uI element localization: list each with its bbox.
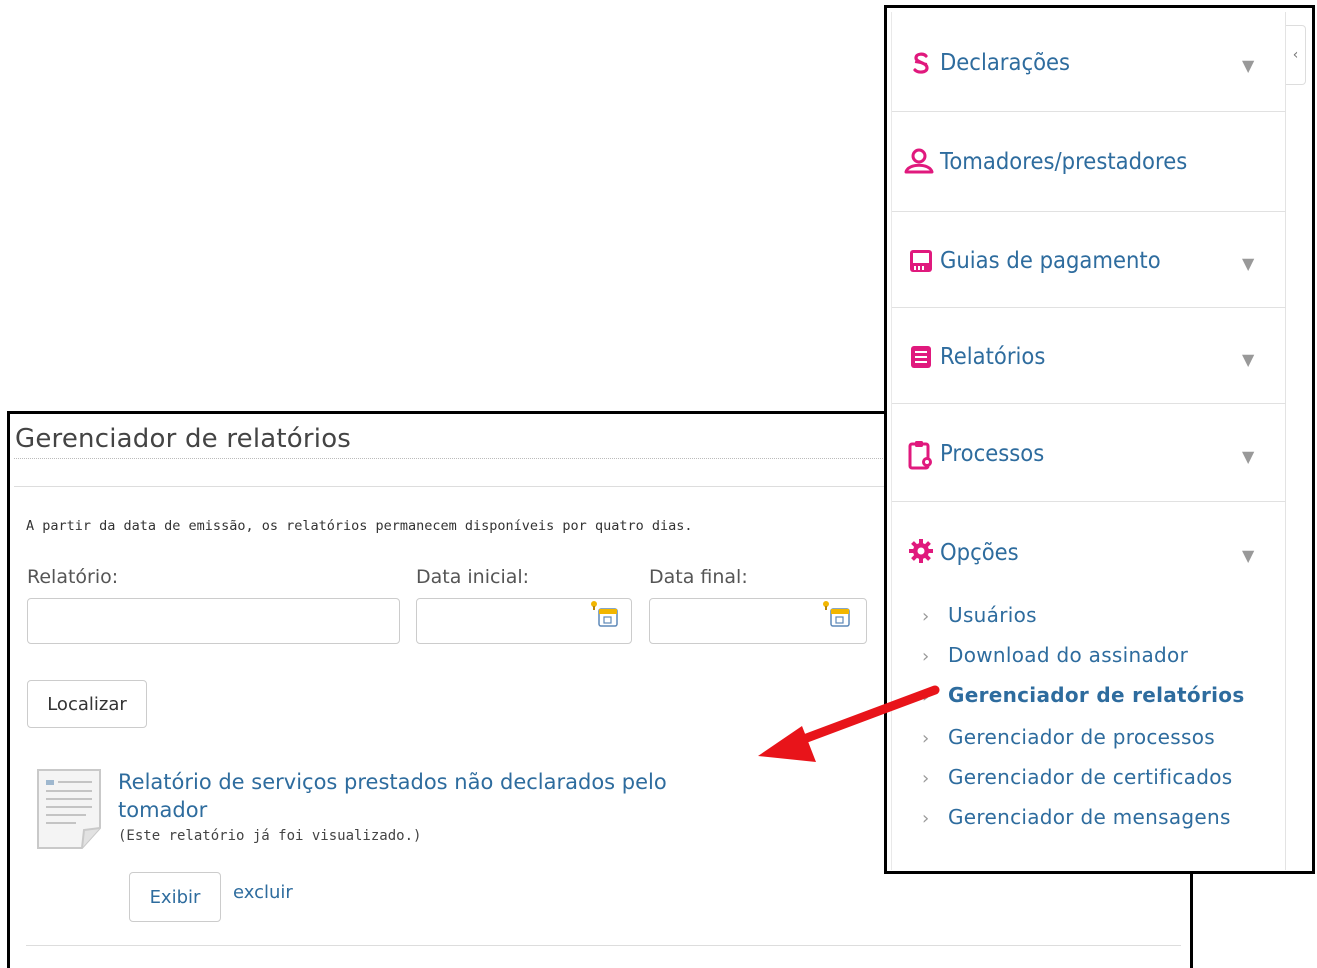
sidebar-item-relatorios[interactable]: Relatórios ▼ bbox=[892, 308, 1286, 404]
availability-info: A partir da data de emissão, os relatóri… bbox=[26, 518, 693, 534]
sidebar-item-label: Processos bbox=[940, 441, 1045, 467]
sidebar-item-label: Opções bbox=[940, 540, 1019, 566]
submenu-item-gerenciador-processos[interactable]: › Gerenciador de processos bbox=[922, 725, 1215, 749]
search-button[interactable]: Localizar bbox=[27, 680, 147, 728]
caret-down-icon: ▼ bbox=[1242, 56, 1255, 75]
caret-down-icon: ▼ bbox=[1242, 254, 1255, 273]
collapse-sidebar-tab[interactable]: ‹ bbox=[1286, 25, 1306, 85]
payment-slip-icon bbox=[910, 250, 932, 272]
submenu-item-download-assinador[interactable]: › Download do assinador bbox=[922, 643, 1188, 667]
sidebar-item-label: Tomadores/prestadores bbox=[940, 149, 1188, 175]
chevron-right-icon: › bbox=[922, 808, 930, 829]
user-icon bbox=[904, 148, 934, 174]
dollar-icon bbox=[913, 52, 929, 74]
end-date-label: Data final: bbox=[649, 566, 748, 588]
delete-link[interactable]: excluir bbox=[233, 882, 293, 903]
chevron-right-icon: › bbox=[922, 606, 930, 627]
sidebar-item-guias[interactable]: Guias de pagamento ▼ bbox=[892, 212, 1286, 308]
caret-down-icon: ▼ bbox=[1242, 350, 1255, 369]
sidebar-item-label: Guias de pagamento bbox=[940, 248, 1161, 274]
report-label: Relatório: bbox=[27, 566, 119, 588]
submenu-item-gerenciador-relatorios[interactable]: ›Gerenciador de relatórios bbox=[922, 683, 1245, 707]
gear-icon bbox=[909, 539, 933, 563]
submenu-item-gerenciador-mensagens[interactable]: › Gerenciador de mensagens bbox=[922, 805, 1231, 829]
report-title-link[interactable]: Relatório de serviços prestados não decl… bbox=[118, 768, 758, 824]
calendar-icon[interactable] bbox=[822, 600, 852, 630]
calendar-icon[interactable] bbox=[590, 600, 620, 630]
document-icon bbox=[37, 769, 101, 849]
sidebar-item-processos[interactable]: Processos ▼ bbox=[892, 404, 1286, 502]
submenu-item-usuarios[interactable]: › Usuários bbox=[922, 603, 1037, 627]
sidebar-menu: Declarações ▼ Tomadores/prestadores Guia… bbox=[884, 5, 1315, 874]
clipboard-gear-icon bbox=[908, 441, 932, 470]
page-title: Gerenciador de relatórios bbox=[15, 424, 352, 454]
submenu-item-gerenciador-certificados[interactable]: › Gerenciador de certificados bbox=[922, 765, 1232, 789]
sidebar-item-label: Declarações bbox=[940, 50, 1071, 76]
sidebar-item-label: Relatórios bbox=[940, 344, 1046, 370]
sidebar-item-opcoes[interactable]: Opções ▼ › Usuários › Download do assinado… bbox=[892, 502, 1286, 870]
sidebar-item-declaracoes[interactable]: Declarações ▼ bbox=[892, 12, 1286, 112]
chevron-left-icon: ‹ bbox=[1292, 47, 1299, 63]
report-viewed-note: (Este relatório já foi visualizado.) bbox=[118, 828, 422, 844]
sidebar-item-tomadores[interactable]: Tomadores/prestadores bbox=[892, 112, 1286, 212]
view-button[interactable]: Exibir bbox=[129, 872, 221, 922]
chevron-right-icon: › bbox=[922, 646, 930, 667]
caret-down-icon: ▼ bbox=[1242, 447, 1255, 466]
red-arrow-annotation bbox=[758, 685, 940, 762]
start-date-label: Data inicial: bbox=[416, 566, 530, 588]
report-list-icon bbox=[911, 346, 931, 368]
report-input[interactable] bbox=[27, 598, 400, 644]
caret-down-icon: ▼ bbox=[1242, 546, 1255, 565]
row-divider bbox=[26, 945, 1181, 946]
